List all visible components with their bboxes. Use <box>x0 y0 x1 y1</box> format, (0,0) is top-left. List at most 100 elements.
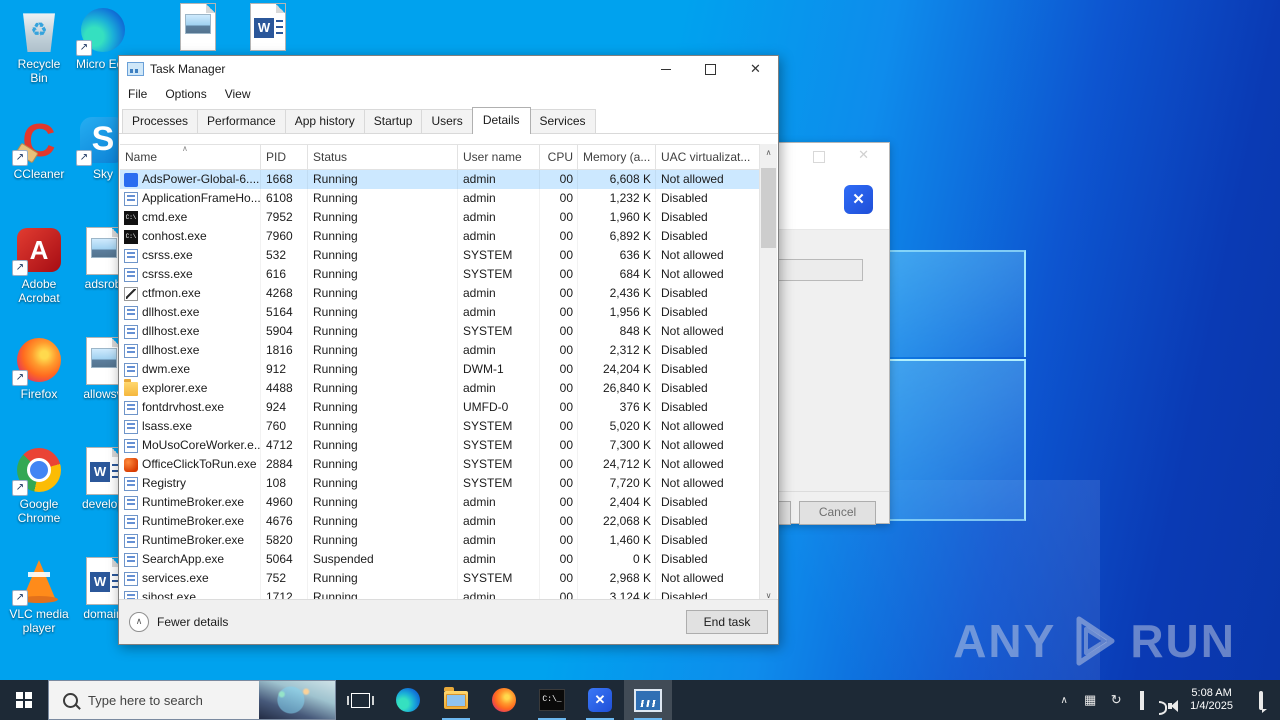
end-task-button[interactable]: End task <box>686 610 768 634</box>
process-row[interactable]: dllhost.exe 5164 Running admin 00 1,956 K Disa… <box>120 303 777 322</box>
tab-services[interactable]: Services <box>529 109 596 133</box>
office-icon <box>124 457 138 472</box>
process-name: ApplicationFrameHo... <box>142 191 261 205</box>
column-header-status[interactable]: Status <box>308 145 458 169</box>
process-row[interactable]: ctfmon.exe 4268 Running admin 00 2,436 K Disab… <box>120 284 777 303</box>
show-hidden-icons-chevron[interactable]: ∧ <box>1051 695 1077 706</box>
action-center-button[interactable] <box>1242 690 1280 710</box>
process-row[interactable]: csrss.exe 616 Running SYSTEM 00 684 K Not allo… <box>120 265 777 284</box>
column-header-memory[interactable]: Memory (a... <box>578 145 656 169</box>
dialog-cancel-button[interactable]: Cancel <box>799 501 876 525</box>
fewer-details-toggle[interactable]: ∧ Fewer details <box>129 612 228 632</box>
tab-details[interactable]: Details <box>471 107 531 134</box>
process-name-cell: conhost.exe <box>120 227 261 246</box>
tray-sync-icon[interactable]: ↻ <box>1103 692 1129 708</box>
column-header-name[interactable]: Name <box>120 145 261 169</box>
status-cell: Running <box>308 303 458 322</box>
desktop-icon-label: Recycle Bin <box>17 57 61 85</box>
process-row[interactable]: Registry 108 Running SYSTEM 00 7,720 K Not all… <box>120 474 777 493</box>
process-row[interactable]: ApplicationFrameHo... 6108 Running admin 00 1… <box>120 189 777 208</box>
window-icon <box>124 248 138 263</box>
uac-cell: Not allowed <box>656 417 760 436</box>
taskbar-search-box[interactable]: Type here to search <box>48 680 336 720</box>
taskbar-file-explorer-button[interactable] <box>432 680 480 720</box>
tab-performance[interactable]: Performance <box>197 109 286 133</box>
taskbar-firefox-button[interactable] <box>480 680 528 720</box>
desktop-icon-google-chrome[interactable]: ↗ Google Chrome <box>8 446 70 525</box>
taskbar-adspower-button[interactable]: ✕ <box>576 680 624 720</box>
task-view-icon <box>346 692 374 708</box>
user-name-cell: SYSTEM <box>458 322 540 341</box>
menu-file[interactable]: File <box>128 87 147 101</box>
column-header-user-name[interactable]: User name <box>458 145 540 169</box>
desktop-icon-ccleaner[interactable]: C ↗ CCleaner <box>8 116 70 181</box>
desktop-icon-adobe-acrobat[interactable]: A ↗ Adobe Acrobat <box>8 226 70 305</box>
process-row[interactable]: cmd.exe 7952Runningadmin001,960 KDisabled <box>120 208 777 227</box>
process-row[interactable]: csrss.exe 532 Running SYSTEM 00 636 K Not allo… <box>120 246 777 265</box>
desktop-icon-word-document[interactable]: W <box>236 2 298 51</box>
uac-cell: Disabled <box>656 360 760 379</box>
tray-grid-icon[interactable]: ▦ <box>1077 692 1103 708</box>
menu-view[interactable]: View <box>225 87 251 101</box>
network-icon[interactable] <box>1129 690 1155 710</box>
desktop-icon-label: Firefox <box>20 387 58 401</box>
cpu-cell: 00 <box>540 189 578 208</box>
taskbar-task-manager-button[interactable] <box>624 680 672 720</box>
process-row[interactable]: lsass.exe 760 Running SYSTEM 00 5,020 K Not al… <box>120 417 777 436</box>
dialog-maximize-icon[interactable] <box>813 151 825 163</box>
taskbar-cmd-button[interactable]: C:\_ <box>528 680 576 720</box>
close-button[interactable]: ✕ <box>733 56 778 82</box>
vertical-scrollbar[interactable]: ∧ ∨ <box>759 144 777 604</box>
process-row[interactable]: explorer.exe 4488 Running admin 00 26,840 K Di… <box>120 379 777 398</box>
minimize-button[interactable] <box>643 56 688 82</box>
process-row[interactable]: RuntimeBroker.exe 4960 Running admin 00 2,404… <box>120 493 777 512</box>
maximize-button[interactable] <box>688 56 733 82</box>
taskbar-clock[interactable]: 5:08 AM 1/4/2025 <box>1181 687 1242 713</box>
process-row[interactable]: dllhost.exe 5904 Running SYSTEM 00 848 K Not a… <box>120 322 777 341</box>
start-button[interactable] <box>0 680 48 720</box>
task-view-button[interactable] <box>336 680 384 720</box>
cpu-cell: 00 <box>540 303 578 322</box>
shortcut-arrow-icon: ↗ <box>12 370 28 386</box>
column-header-cpu[interactable]: CPU <box>540 145 578 169</box>
process-row[interactable]: RuntimeBroker.exe 5820 Running admin 00 1,460… <box>120 531 777 550</box>
process-row[interactable]: services.exe 752 Running SYSTEM 00 2,968 K Not… <box>120 569 777 588</box>
folder-icon <box>124 379 138 396</box>
tab-users[interactable]: Users <box>421 109 473 133</box>
desktop-icon-vlc-media-player[interactable]: ↗ VLC media player <box>8 556 70 635</box>
process-row[interactable]: conhost.exe 7960Runningadmin006,892 KDisa… <box>120 227 777 246</box>
menu-options[interactable]: Options <box>165 87 206 101</box>
scroll-up-icon[interactable]: ∧ <box>760 144 777 161</box>
process-row[interactable]: RuntimeBroker.exe 4676 Running admin 00 22,06… <box>120 512 777 531</box>
desktop-icon-image-file[interactable] <box>166 2 228 51</box>
process-row[interactable]: OfficeClickToRun.exe 2884 Running SYSTEM 00 2… <box>120 455 777 474</box>
dialog-close-icon[interactable]: ✕ <box>858 147 869 163</box>
cpu-cell: 00 <box>540 360 578 379</box>
desktop-icon-firefox[interactable]: ↗ Firefox <box>8 336 70 401</box>
memory-cell: 2,436 K <box>578 284 656 303</box>
column-header-pid[interactable]: PID <box>261 145 308 169</box>
process-row[interactable]: SearchApp.exe 5064 Suspended admin 00 0 K Disa… <box>120 550 777 569</box>
uac-cell: Disabled <box>656 341 760 360</box>
window-icon <box>124 552 138 567</box>
process-name-cell: dwm.exe <box>120 360 261 379</box>
column-header-uac[interactable]: UAC virtualizat... <box>656 145 760 169</box>
process-row[interactable]: MoUsoCoreWorker.e... 4712 Running SYSTEM 00 7… <box>120 436 777 455</box>
process-row[interactable]: AdsPower-Global-6.... 1668 Running admin 00 6… <box>120 170 777 189</box>
memory-cell: 2,404 K <box>578 493 656 512</box>
pid-cell: 616 <box>261 265 308 284</box>
process-row[interactable]: dwm.exe 912 Running DWM-1 00 24,204 K Disabled <box>120 360 777 379</box>
taskbar-edge-button[interactable] <box>384 680 432 720</box>
desktop-icon-recycle-bin[interactable]: ♻ Recycle Bin <box>8 6 70 85</box>
task-manager-titlebar[interactable]: Task Manager ✕ <box>119 56 778 82</box>
process-row[interactable]: fontdrvhost.exe 924 Running UMFD-0 00 376 K Di… <box>120 398 777 417</box>
user-name-cell: SYSTEM <box>458 474 540 493</box>
tab-app-history[interactable]: App history <box>284 109 365 133</box>
console-icon <box>124 229 138 244</box>
status-cell: Running <box>308 246 458 265</box>
tab-startup[interactable]: Startup <box>363 109 423 133</box>
scrollbar-thumb[interactable] <box>761 168 776 248</box>
process-row[interactable]: dllhost.exe 1816 Running admin 00 2,312 K Disa… <box>120 341 777 360</box>
tab-processes[interactable]: Processes <box>122 109 199 133</box>
search-spotlight-image <box>259 681 335 719</box>
